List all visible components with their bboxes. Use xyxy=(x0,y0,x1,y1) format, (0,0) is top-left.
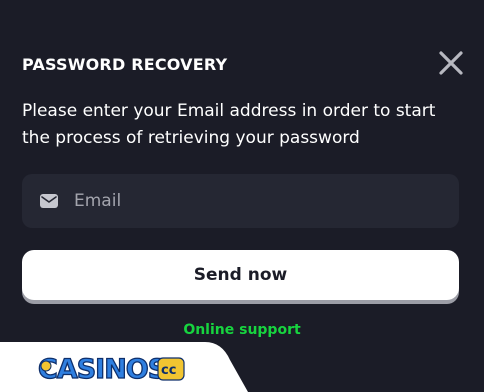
mail-icon xyxy=(40,194,58,208)
casinos-cc-logo: CASINOS cc xyxy=(0,342,250,392)
modal-title: PASSWORD RECOVERY xyxy=(22,55,228,74)
email-field[interactable] xyxy=(22,174,459,228)
modal-description: Please enter your Email address in order… xyxy=(22,101,436,148)
email-input[interactable] xyxy=(72,190,416,212)
svg-text:CASINOS: CASINOS xyxy=(38,354,166,385)
close-icon xyxy=(439,51,463,75)
close-button[interactable] xyxy=(436,48,466,78)
svg-text:cc: cc xyxy=(161,363,176,378)
password-recovery-modal: PASSWORD RECOVERY Please enter your Emai… xyxy=(0,0,484,392)
send-now-button[interactable]: Send now xyxy=(22,250,459,300)
online-support-link[interactable]: Online support xyxy=(183,322,300,338)
